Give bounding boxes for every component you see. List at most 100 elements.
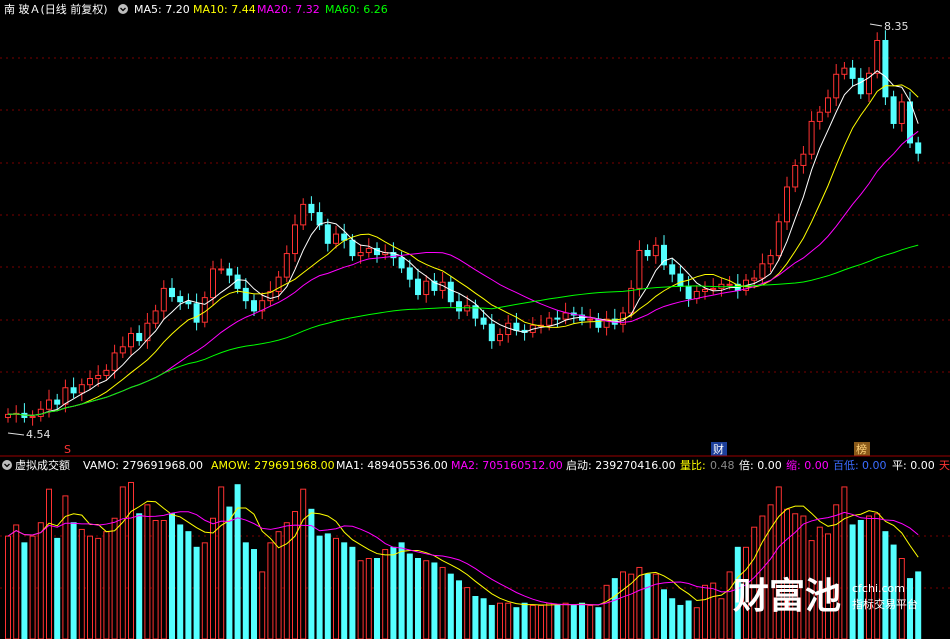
volume-bar[interactable] [415,558,421,639]
volume-bar[interactable] [177,524,184,639]
volume-bar[interactable] [497,602,503,639]
volume-bar[interactable] [5,535,11,639]
candle-body[interactable] [726,283,733,286]
candle-body[interactable] [562,312,569,320]
candle-body[interactable] [136,332,143,342]
candle-body[interactable] [808,120,815,155]
candle-body[interactable] [833,73,840,99]
volume-bar[interactable] [472,596,479,639]
candle-body[interactable] [251,300,257,312]
volume-bar[interactable] [13,524,20,639]
volume-bar[interactable] [78,528,85,639]
volume-bar[interactable] [538,604,544,639]
volume-bar[interactable] [529,604,536,639]
candle-body[interactable] [128,332,134,348]
candle-body[interactable] [283,253,290,278]
candle-body[interactable] [341,233,348,241]
volume-bar[interactable] [587,604,594,639]
candle-body[interactable] [784,186,790,223]
volume-bar[interactable] [111,517,118,639]
volume-bar[interactable] [562,602,569,639]
volume-bar[interactable] [464,587,471,639]
candle-body[interactable] [193,303,200,323]
candle-body[interactable] [644,249,651,257]
volume-bar[interactable] [570,604,577,639]
candle-body[interactable] [857,77,864,95]
volume-bar[interactable] [620,571,626,639]
volume-bar[interactable] [857,519,864,639]
candle-body[interactable] [464,305,471,312]
signal-marker-s[interactable]: S [64,443,71,456]
candle-body[interactable] [152,310,159,324]
candle-body[interactable] [488,323,495,342]
candle-body[interactable] [546,317,553,326]
candle-body[interactable] [497,333,503,342]
candle-body[interactable] [554,317,561,320]
candle-body[interactable] [300,203,307,226]
volume-bar[interactable] [439,566,446,639]
candle-body[interactable] [177,296,184,303]
candle-body[interactable] [406,267,413,280]
volume-bar[interactable] [103,531,110,639]
volume-bar[interactable] [283,522,290,639]
volume-bar[interactable] [447,573,454,639]
candle-body[interactable] [587,318,594,321]
candle-body[interactable] [628,287,635,314]
indicator-settings-icon[interactable] [2,460,12,470]
candle-body[interactable] [669,264,676,275]
volume-bar[interactable] [218,486,225,639]
volume-bar[interactable] [874,513,881,639]
candle-body[interactable] [759,263,766,279]
candle-body[interactable] [316,212,323,226]
volume-bar[interactable] [382,549,389,639]
volume-bar[interactable] [144,504,151,639]
volume-bar[interactable] [210,517,216,639]
candle-body[interactable] [661,244,667,266]
candle-body[interactable] [5,413,11,418]
volume-bar[interactable] [21,542,28,639]
candle-body[interactable] [218,268,225,271]
candle-body[interactable] [365,247,372,254]
candle-body[interactable] [415,278,421,296]
volume-bar[interactable] [423,560,430,639]
volume-bar[interactable] [259,571,266,639]
candle-body[interactable] [46,399,52,410]
volume-bar[interactable] [685,600,692,639]
volume-bar[interactable] [406,553,413,639]
candle-body[interactable] [456,301,462,312]
volume-bar[interactable] [292,511,298,639]
candle-body[interactable] [685,285,692,300]
candle-body[interactable] [349,239,356,257]
candle-body[interactable] [87,378,93,386]
volume-bar[interactable] [866,515,872,639]
volume-bar[interactable] [505,602,512,639]
volume-bar[interactable] [87,535,93,639]
candle-body[interactable] [890,96,897,124]
volume-bar[interactable] [611,578,618,639]
candle-body[interactable] [95,374,102,380]
volume-bar[interactable] [579,602,585,639]
candle-body[interactable] [357,252,364,257]
candle-body[interactable] [333,233,339,244]
volume-bar[interactable] [677,604,684,639]
candle-body[interactable] [882,39,889,98]
volume-bar[interactable] [784,508,790,639]
volume-bar[interactable] [300,488,307,639]
volume-bar[interactable] [767,504,774,639]
candle-body[interactable] [398,257,405,269]
candle-body[interactable] [652,244,659,257]
volume-bar[interactable] [718,598,725,639]
volume-bar[interactable] [226,506,233,639]
volume-bar[interactable] [324,533,331,639]
candle-body[interactable] [308,203,315,214]
candle-body[interactable] [800,153,807,166]
stock-chart[interactable]: 南 玻Ａ(日线 前复权) MA5: 7.20 MA10: 7.44 MA20: … [0,0,950,639]
volume-bar[interactable] [169,513,175,639]
volume-bar[interactable] [554,604,561,639]
volume-bar[interactable] [70,522,77,639]
volume-bar[interactable] [390,546,397,639]
candle-body[interactable] [37,408,44,417]
volume-bar[interactable] [488,604,495,639]
candle-body[interactable] [677,273,684,287]
volume-bar[interactable] [546,602,553,639]
